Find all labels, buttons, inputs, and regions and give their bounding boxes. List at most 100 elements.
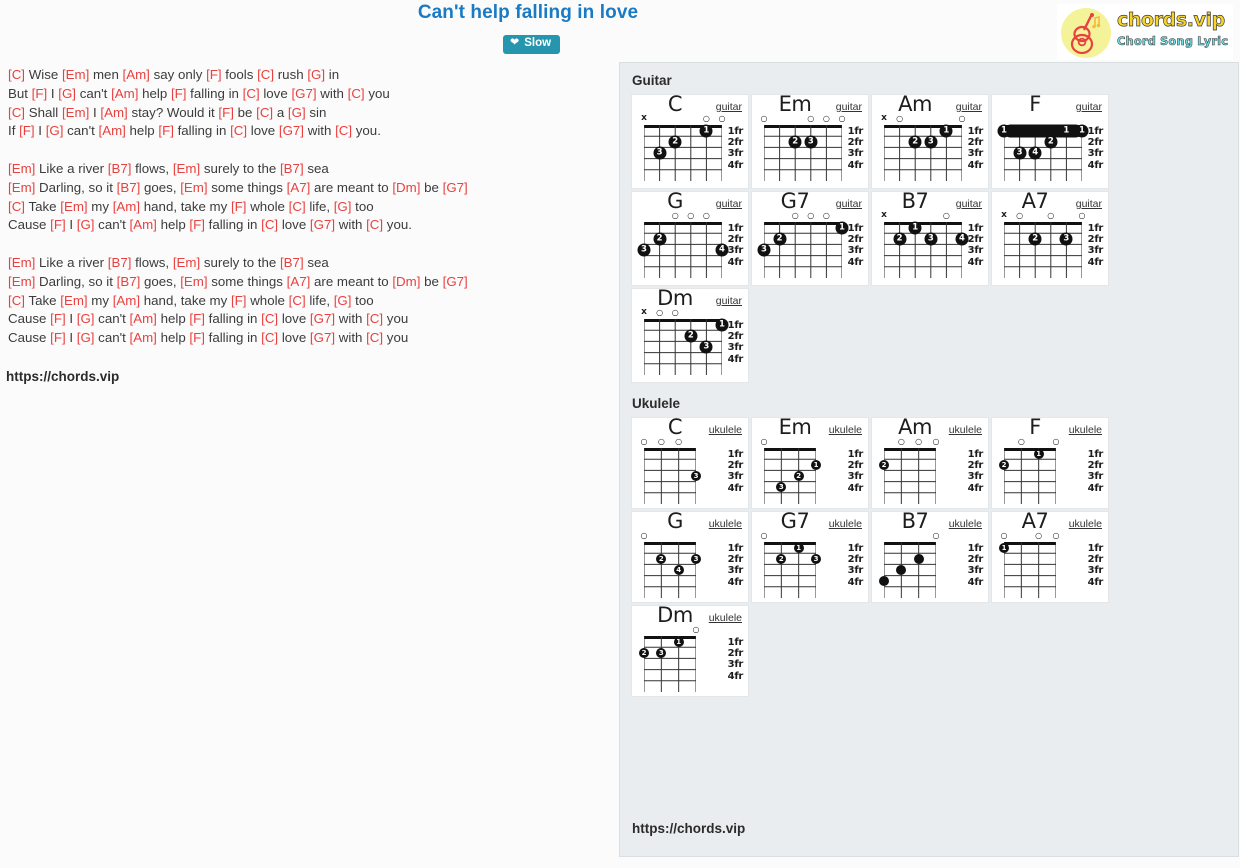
panel-source-url[interactable]: https://chords.vip — [632, 821, 745, 836]
chord-tag[interactable]: [F] — [19, 123, 35, 138]
chord-tag[interactable]: [G] — [58, 86, 76, 101]
instrument-link[interactable]: ukulele — [709, 518, 742, 530]
chord-card-f[interactable]: Fguitar 1 1 1 2 3 4 1fr 2fr 3fr 4fr — [991, 92, 1109, 189]
chord-card-g[interactable]: Gguitar 2 3 4 ○ ○ ○ 1fr 2fr 3fr 4fr — [631, 189, 749, 286]
chord-tag[interactable]: [Dm] — [392, 274, 420, 289]
chord-tag[interactable]: [Am] — [123, 67, 150, 82]
chord-tag[interactable]: [G] — [288, 105, 306, 120]
chord-tag[interactable]: [B7] — [108, 255, 132, 270]
chord-tag[interactable]: [G] — [77, 217, 95, 232]
chord-tag[interactable]: [Am] — [130, 330, 157, 345]
chord-tag[interactable]: [Em] — [8, 255, 35, 270]
chord-tag[interactable]: [F] — [189, 311, 205, 326]
chord-tag[interactable]: [C] — [243, 86, 260, 101]
chord-tag[interactable]: [C] — [366, 311, 383, 326]
chord-tag[interactable]: [A7] — [287, 274, 311, 289]
chord-tag[interactable]: [Em] — [60, 199, 87, 214]
chord-card-f[interactable]: Fukulele 1 2 ○ ○ 1fr 2fr 3fr 4fr — [991, 415, 1109, 509]
chord-tag[interactable]: [Dm] — [392, 180, 420, 195]
chord-tag[interactable]: [F] — [158, 123, 174, 138]
slow-tempo-button[interactable]: ❤ Slow — [503, 35, 561, 54]
chord-tag[interactable]: [G7] — [443, 180, 468, 195]
chord-tag[interactable]: [Am] — [99, 123, 126, 138]
instrument-link[interactable]: guitar — [1076, 198, 1102, 210]
chord-tag[interactable]: [B7] — [117, 274, 141, 289]
chord-tag[interactable]: [C] — [366, 217, 383, 232]
instrument-link[interactable]: ukulele — [949, 518, 982, 530]
chord-card-c[interactable]: Cguitar 1 2 3 x ○ ○ 1fr 2fr 3fr 4fr — [631, 92, 749, 189]
chord-tag[interactable]: [Em] — [60, 293, 87, 308]
chord-tag[interactable]: [Am] — [100, 105, 127, 120]
chord-card-am[interactable]: Am ukulele 2 ○ ○ ○ 1fr 2fr 3fr 4fr — [871, 415, 989, 509]
chord-tag[interactable]: [B7] — [108, 161, 132, 176]
instrument-link[interactable]: ukulele — [709, 612, 742, 624]
chord-tag[interactable]: [C] — [261, 311, 278, 326]
chord-tag[interactable]: [Am] — [111, 86, 138, 101]
chord-tag[interactable]: [F] — [50, 217, 66, 232]
instrument-link[interactable]: ukulele — [949, 424, 982, 436]
chord-tag[interactable]: [Em] — [173, 161, 200, 176]
chord-tag[interactable]: [Am] — [130, 217, 157, 232]
instrument-link[interactable]: guitar — [716, 198, 742, 210]
chord-tag[interactable]: [B7] — [280, 255, 304, 270]
chord-tag[interactable]: [C] — [261, 217, 278, 232]
chord-tag[interactable]: [G7] — [310, 330, 335, 345]
chord-tag[interactable]: [C] — [8, 105, 25, 120]
chord-tag[interactable]: [F] — [32, 86, 48, 101]
chord-tag[interactable]: [Em] — [8, 274, 35, 289]
chord-tag[interactable]: [F] — [50, 311, 66, 326]
chord-tag[interactable]: [C] — [230, 123, 247, 138]
chord-tag[interactable]: [C] — [256, 105, 273, 120]
chord-tag[interactable]: [G] — [46, 123, 64, 138]
chord-tag[interactable]: [Am] — [130, 311, 157, 326]
chord-tag[interactable]: [F] — [231, 199, 247, 214]
chord-card-g[interactable]: Gukulele 2 3 4 ○ 1fr 2fr 3fr 4fr — [631, 509, 749, 603]
instrument-link[interactable]: ukulele — [1069, 424, 1102, 436]
lyrics-source-url[interactable]: https://chords.vip — [6, 369, 119, 384]
chord-tag[interactable]: [G] — [77, 311, 95, 326]
chord-tag[interactable]: [C] — [8, 67, 25, 82]
chord-tag[interactable]: [C] — [289, 293, 306, 308]
chord-tag[interactable]: [Am] — [113, 293, 140, 308]
chord-tag[interactable]: [G] — [77, 330, 95, 345]
chord-tag[interactable]: [Em] — [8, 180, 35, 195]
chord-card-a7[interactable]: A7 guitar 2 3 x ○ ○ ○ 1fr 2fr 3fr 4fr — [991, 189, 1109, 286]
chord-tag[interactable]: [Em] — [62, 67, 89, 82]
instrument-link[interactable]: guitar — [836, 198, 862, 210]
instrument-link[interactable]: guitar — [716, 101, 742, 113]
chord-tag[interactable]: [Em] — [62, 105, 89, 120]
chord-tag[interactable]: [F] — [189, 330, 205, 345]
chord-tag[interactable]: [F] — [206, 67, 222, 82]
chord-card-em[interactable]: Em guitar 2 3 ○ ○ ○ ○ 1fr 2fr 3fr 4fr — [751, 92, 869, 189]
chord-tag[interactable]: [G] — [334, 199, 352, 214]
instrument-link[interactable]: ukulele — [709, 424, 742, 436]
chord-card-em[interactable]: Em ukulele 1 2 3 ○ 1fr 2fr 3fr 4fr — [751, 415, 869, 509]
chord-tag[interactable]: [C] — [366, 330, 383, 345]
chord-tag[interactable]: [Em] — [173, 255, 200, 270]
chord-tag[interactable]: [Em] — [8, 161, 35, 176]
chord-tag[interactable]: [F] — [171, 86, 187, 101]
chord-tag[interactable]: [Am] — [113, 199, 140, 214]
chord-tag[interactable]: [A7] — [287, 180, 311, 195]
chord-tag[interactable]: [B7] — [117, 180, 141, 195]
chord-tag[interactable]: [G7] — [310, 311, 335, 326]
chord-tag[interactable]: [G] — [307, 67, 325, 82]
instrument-link[interactable]: guitar — [1076, 101, 1102, 113]
chord-tag[interactable]: [B7] — [280, 161, 304, 176]
chord-tag[interactable]: [F] — [231, 293, 247, 308]
instrument-link[interactable]: guitar — [716, 295, 742, 307]
chord-card-c[interactable]: Cukulele 3 ○ ○ ○ 1fr 2fr 3fr 4fr — [631, 415, 749, 509]
instrument-link[interactable]: ukulele — [829, 424, 862, 436]
chord-tag[interactable]: [C] — [8, 293, 25, 308]
chord-tag[interactable]: [G7] — [291, 86, 316, 101]
chord-tag[interactable]: [F] — [50, 330, 66, 345]
instrument-link[interactable]: guitar — [956, 198, 982, 210]
chord-tag[interactable]: [Em] — [180, 180, 207, 195]
chord-tag[interactable]: [C] — [8, 199, 25, 214]
chord-card-dm[interactable]: Dm ukulele 1 2 3 ○ 1fr 2fr 3fr 4fr — [631, 603, 749, 697]
instrument-link[interactable]: ukulele — [829, 518, 862, 530]
site-logo[interactable]: chords.vip Chord Song Lyric — [1057, 4, 1233, 60]
chord-card-am[interactable]: Am guitar 1 2 3 x ○ ○ 1fr 2fr 3fr 4fr — [871, 92, 989, 189]
chord-tag[interactable]: [G7] — [443, 274, 468, 289]
chord-tag[interactable]: [G7] — [310, 217, 335, 232]
